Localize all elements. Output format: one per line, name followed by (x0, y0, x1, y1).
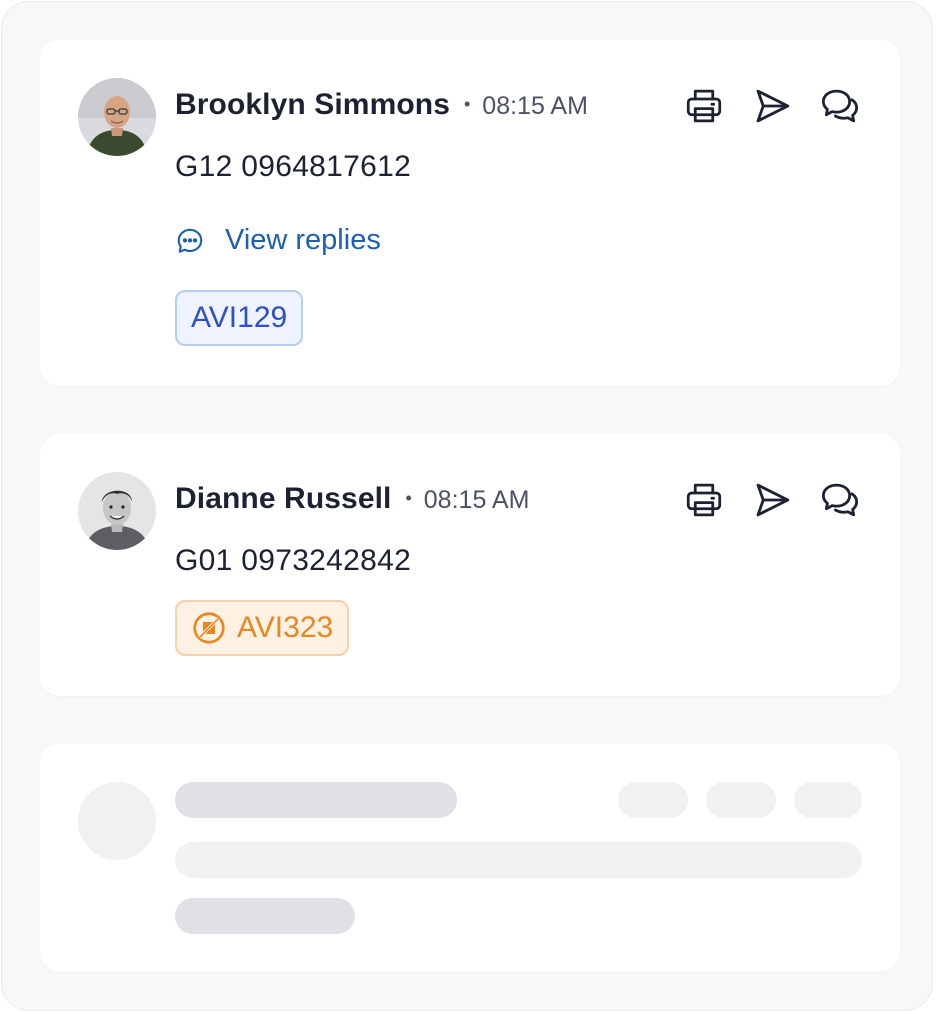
chat-dots-icon (177, 228, 203, 253)
avatar[interactable] (78, 472, 156, 550)
flight-badge[interactable]: AVI129 (175, 290, 304, 346)
message-actions (682, 84, 862, 128)
view-replies-link[interactable]: View replies (175, 224, 381, 257)
skeleton-tag-line (175, 898, 355, 934)
printer-icon (686, 89, 722, 123)
comments-button[interactable] (818, 84, 862, 128)
message-header: Dianne Russell • 08:15 AM (175, 482, 529, 516)
skeleton-action (706, 782, 776, 818)
message-card: Dianne Russell • 08:15 AM G01 0973242842… (40, 434, 900, 696)
message-header: Brooklyn Simmons • 08:15 AM (175, 88, 588, 122)
comments-button[interactable] (818, 478, 862, 522)
send-button[interactable] (750, 478, 794, 522)
timestamp: 08:15 AM (423, 486, 530, 514)
send-icon (756, 483, 790, 517)
timestamp: 08:15 AM (482, 92, 588, 120)
message-text: G01 0973242842 (175, 544, 412, 577)
skeleton-action (794, 782, 862, 818)
skeleton-avatar (78, 782, 156, 860)
view-replies-label: View replies (225, 224, 381, 256)
flight-badge[interactable]: AVI323 (175, 600, 350, 656)
chat-bubbles-icon (821, 483, 859, 517)
print-button[interactable] (682, 478, 726, 522)
message-card: Brooklyn Simmons • 08:15 AM G12 09648176… (40, 40, 900, 386)
no-image-icon (193, 612, 225, 644)
print-button[interactable] (682, 84, 726, 128)
message-card-skeleton (40, 744, 900, 972)
skeleton-title-line (175, 782, 457, 818)
separator-dot: • (405, 488, 412, 508)
skeleton-action (618, 782, 688, 818)
messages-panel: Brooklyn Simmons • 08:15 AM G12 09648176… (1, 1, 933, 1011)
chat-bubbles-icon (821, 89, 859, 123)
send-icon (756, 89, 790, 123)
message-text: G12 0964817612 (175, 150, 412, 183)
separator-dot: • (463, 94, 471, 114)
flight-badge-label: AVI323 (237, 611, 334, 644)
message-actions (682, 478, 862, 522)
author-name[interactable]: Brooklyn Simmons (175, 88, 450, 122)
send-button[interactable] (750, 84, 794, 128)
printer-icon (686, 483, 722, 517)
avatar[interactable] (78, 78, 156, 156)
skeleton-body-line (175, 842, 862, 878)
flight-badge-label: AVI129 (191, 301, 288, 334)
author-name[interactable]: Dianne Russell (175, 482, 391, 516)
